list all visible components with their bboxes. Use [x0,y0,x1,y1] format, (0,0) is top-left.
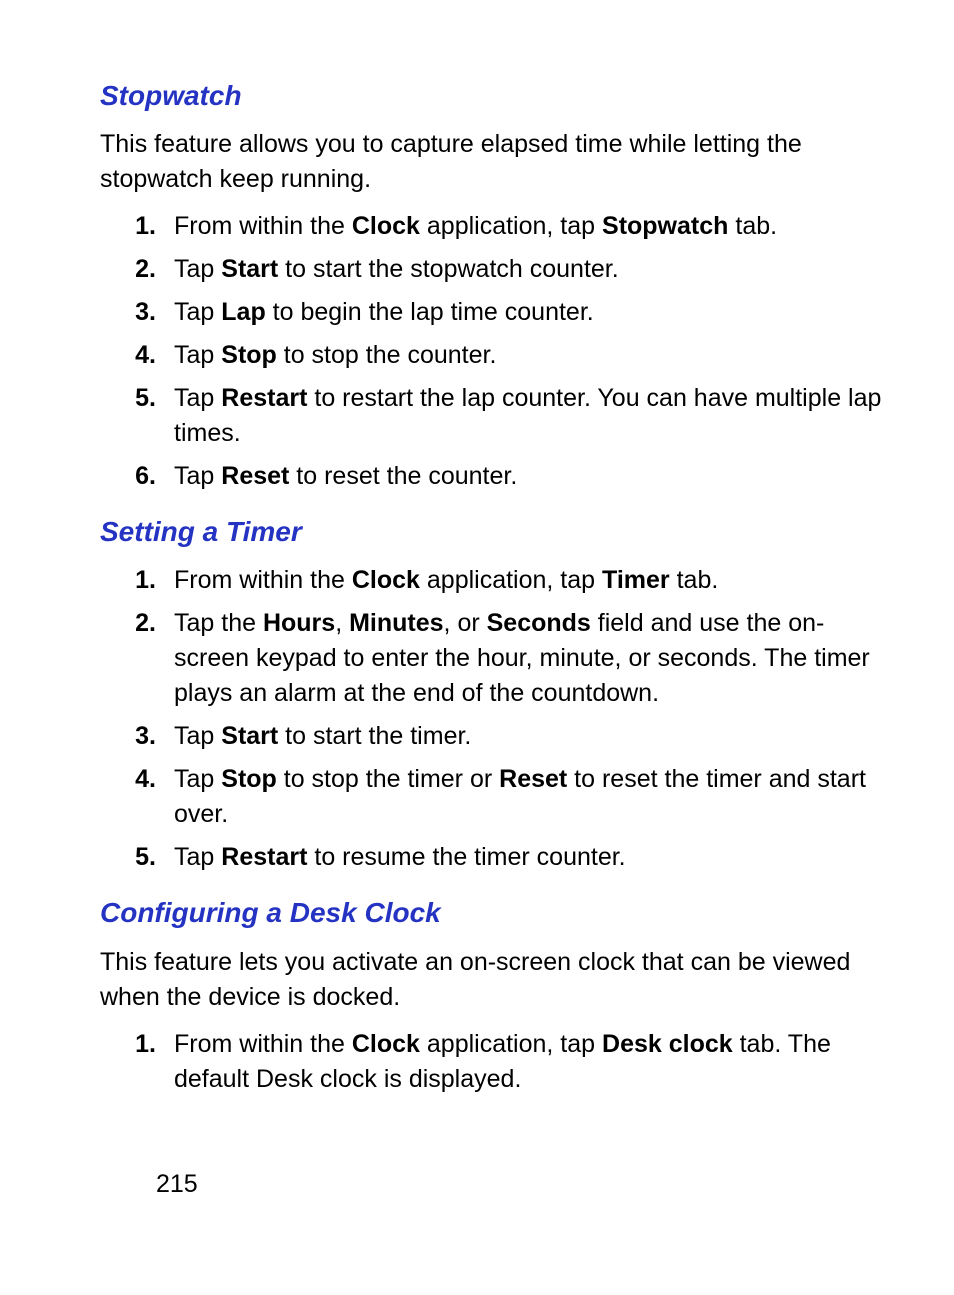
list-item: 3. Tap Lap to begin the lap time counter… [100,295,886,330]
step-number: 4. [120,762,174,797]
section-intro: This feature lets you activate an on-scr… [100,945,886,1015]
page-number: 215 [156,1167,886,1202]
step-number: 3. [120,719,174,754]
section-heading-configuring-desk-clock: Configuring a Desk Clock [100,893,886,932]
list-item: 6. Tap Reset to reset the counter. [100,459,886,494]
steps-list: 1. From within the Clock application, ta… [100,1027,886,1097]
step-text: Tap Reset to reset the counter. [174,459,886,494]
list-item: 4. Tap Stop to stop the timer or Reset t… [100,762,886,832]
step-text: Tap Stop to stop the counter. [174,338,886,373]
step-text: From within the Clock application, tap D… [174,1027,886,1097]
step-text: Tap Start to start the stopwatch counter… [174,252,886,287]
steps-list: 1. From within the Clock application, ta… [100,563,886,875]
step-number: 2. [120,606,174,641]
section-intro: This feature allows you to capture elaps… [100,127,886,197]
list-item: 1. From within the Clock application, ta… [100,1027,886,1097]
list-item: 2. Tap the Hours, Minutes, or Seconds fi… [100,606,886,711]
step-text: Tap the Hours, Minutes, or Seconds field… [174,606,886,711]
step-number: 1. [120,563,174,598]
list-item: 1. From within the Clock application, ta… [100,563,886,598]
step-number: 1. [120,1027,174,1062]
list-item: 2. Tap Start to start the stopwatch coun… [100,252,886,287]
step-text: Tap Lap to begin the lap time counter. [174,295,886,330]
step-number: 6. [120,459,174,494]
section-heading-stopwatch: Stopwatch [100,76,886,115]
steps-list: 1. From within the Clock application, ta… [100,209,886,494]
step-number: 2. [120,252,174,287]
step-text: Tap Restart to restart the lap counter. … [174,381,886,451]
step-text: Tap Stop to stop the timer or Reset to r… [174,762,886,832]
step-number: 5. [120,840,174,875]
step-number: 3. [120,295,174,330]
list-item: 5. Tap Restart to resume the timer count… [100,840,886,875]
step-number: 4. [120,338,174,373]
list-item: 1. From within the Clock application, ta… [100,209,886,244]
step-text: From within the Clock application, tap S… [174,209,886,244]
list-item: 5. Tap Restart to restart the lap counte… [100,381,886,451]
step-number: 1. [120,209,174,244]
step-text: Tap Start to start the timer. [174,719,886,754]
list-item: 4. Tap Stop to stop the counter. [100,338,886,373]
section-heading-setting-timer: Setting a Timer [100,512,886,551]
step-number: 5. [120,381,174,416]
list-item: 3. Tap Start to start the timer. [100,719,886,754]
step-text: Tap Restart to resume the timer counter. [174,840,886,875]
step-text: From within the Clock application, tap T… [174,563,886,598]
page-content: Stopwatch This feature allows you to cap… [0,0,954,1242]
